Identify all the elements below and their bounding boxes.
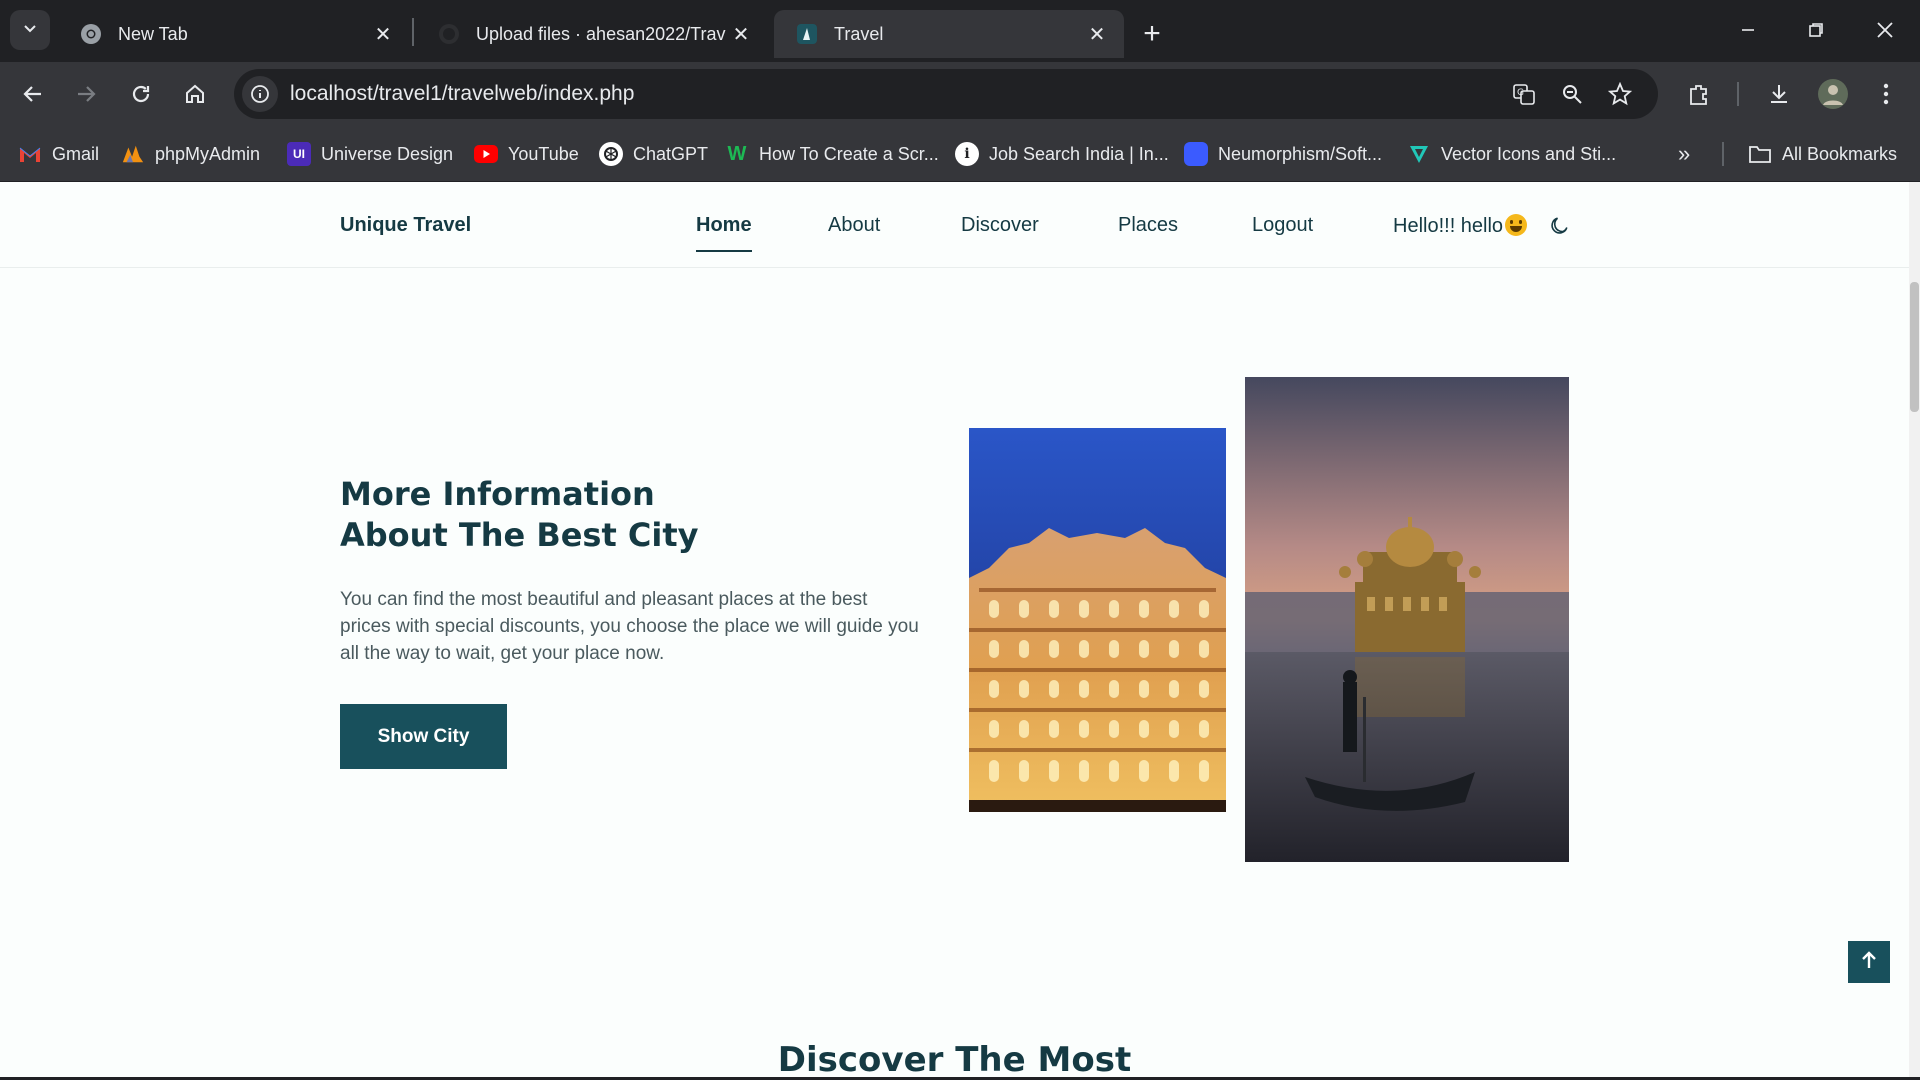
- youtube-icon: [474, 142, 498, 166]
- web-page: Unique Travel Home About Discover Places…: [0, 182, 1909, 1080]
- forward-button[interactable]: [66, 74, 106, 114]
- chatgpt-icon: [599, 142, 623, 166]
- scroll-to-top-button[interactable]: [1848, 941, 1890, 983]
- arrow-up-icon: [1861, 950, 1877, 974]
- back-button[interactable]: [13, 74, 53, 114]
- ui-icon: UI: [287, 142, 311, 166]
- minimize-button[interactable]: [1718, 10, 1778, 50]
- address-bar[interactable]: localhost/travel1/travelweb/index.php G: [234, 69, 1658, 119]
- tab-search-button[interactable]: [10, 10, 50, 50]
- bookmark-job-search[interactable]: i Job Search India | In...: [955, 138, 1169, 170]
- bookmark-neumorphism[interactable]: Neumorphism/Soft...: [1184, 138, 1382, 170]
- tab-title: Travel: [834, 23, 884, 44]
- nav-places[interactable]: Places: [1118, 214, 1178, 237]
- tab-new-tab[interactable]: New Tab ✕: [58, 10, 410, 58]
- tab-upload-files[interactable]: Upload files · ahesan2022/Trave ✕: [416, 10, 768, 58]
- bookmarks-separator: [1722, 142, 1724, 166]
- bookmarks-bar: Gmail phpMyAdmin UI Universe Design YouT…: [0, 126, 1920, 182]
- tab-separator: [412, 18, 414, 46]
- translate-icon[interactable]: G: [1506, 76, 1542, 112]
- chevron-down-icon: [22, 20, 38, 41]
- bookmark-how-to-create[interactable]: W How To Create a Scr...: [725, 138, 939, 170]
- hero-description: You can find the most beautiful and plea…: [340, 589, 919, 664]
- close-tab-icon[interactable]: ✕: [368, 19, 398, 49]
- more-bookmarks-icon[interactable]: »: [1678, 138, 1690, 170]
- chrome-icon: [80, 23, 102, 45]
- close-tab-icon[interactable]: ✕: [1082, 19, 1112, 49]
- user-greeting: Hello!!! hello: [1393, 214, 1528, 238]
- nav-about[interactable]: About: [828, 214, 880, 237]
- bookmark-chatgpt[interactable]: ChatGPT: [599, 138, 708, 170]
- svg-text:G: G: [1517, 88, 1524, 98]
- home-button[interactable]: [175, 74, 215, 114]
- discover-section-title: Discover The Most: [777, 1040, 1132, 1080]
- close-tab-icon[interactable]: ✕: [726, 19, 756, 49]
- url-text[interactable]: localhost/travel1/travelweb/index.php: [290, 82, 634, 106]
- show-city-button[interactable]: Show City: [340, 704, 507, 769]
- golden-temple-image: [1245, 377, 1569, 862]
- bookmark-vector-icons[interactable]: Vector Icons and Sti...: [1407, 138, 1616, 170]
- site-info-icon[interactable]: [242, 76, 278, 112]
- gmail-icon: [18, 142, 42, 166]
- info-icon: i: [955, 142, 979, 166]
- phpmyadmin-icon: [121, 142, 145, 166]
- bookmark-phpmyadmin[interactable]: phpMyAdmin: [121, 138, 260, 170]
- brand-logo[interactable]: Unique Travel: [340, 214, 471, 237]
- w-icon: W: [727, 142, 747, 165]
- zoom-icon[interactable]: [1554, 76, 1590, 112]
- all-bookmarks-button[interactable]: All Bookmarks: [1748, 138, 1897, 170]
- tab-title: New Tab: [118, 23, 188, 44]
- toolbar-separator: [1737, 82, 1739, 106]
- nav-discover[interactable]: Discover: [961, 214, 1039, 237]
- tab-title: Upload files · ahesan2022/Trave: [476, 23, 726, 44]
- bookmark-gmail[interactable]: Gmail: [18, 138, 99, 170]
- github-icon: [438, 23, 460, 45]
- new-tab-button[interactable]: +: [1132, 14, 1172, 54]
- hero-title: More Information About The Best City: [340, 475, 699, 554]
- tab-strip: New Tab ✕ Upload files · ahesan2022/Trav…: [0, 0, 1920, 62]
- nav-home[interactable]: Home: [696, 214, 752, 237]
- bookmark-star-icon[interactable]: [1602, 76, 1638, 112]
- restore-button[interactable]: [1786, 10, 1846, 50]
- browser-toolbar: localhost/travel1/travelweb/index.php G: [0, 62, 1920, 126]
- neumorphism-icon: [1184, 142, 1208, 166]
- grinning-emoji-icon: [1505, 214, 1528, 236]
- vector-icon: [1407, 142, 1431, 166]
- travel-favicon: [796, 23, 818, 45]
- folder-icon: [1748, 142, 1772, 166]
- nav-active-indicator: [696, 250, 752, 252]
- moon-icon[interactable]: [1548, 215, 1570, 237]
- download-icon[interactable]: [1759, 74, 1799, 114]
- reload-button[interactable]: [121, 74, 161, 114]
- tab-travel[interactable]: Travel ✕: [774, 10, 1124, 58]
- close-window-button[interactable]: [1855, 10, 1915, 50]
- profile-avatar[interactable]: [1813, 74, 1853, 114]
- hawa-mahal-image: [969, 428, 1226, 812]
- bookmark-youtube[interactable]: YouTube: [474, 138, 579, 170]
- extensions-icon[interactable]: [1679, 74, 1719, 114]
- bookmark-universe-design[interactable]: UI Universe Design: [287, 138, 453, 170]
- menu-icon[interactable]: [1866, 74, 1906, 114]
- site-header: Unique Travel Home About Discover Places…: [0, 182, 1909, 268]
- nav-logout[interactable]: Logout: [1252, 214, 1313, 237]
- scrollbar-thumb[interactable]: [1910, 282, 1919, 412]
